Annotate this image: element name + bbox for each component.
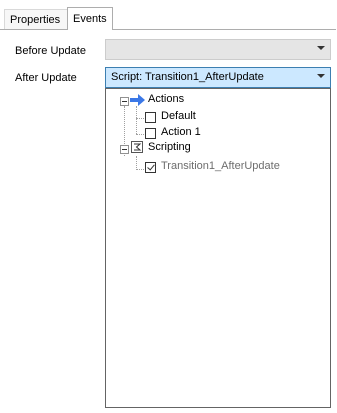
script-icon bbox=[131, 141, 143, 153]
tree-node-actions[interactable]: Actions bbox=[148, 93, 184, 105]
event-tree: Actions Default Action 1 Scripting Trans… bbox=[106, 89, 330, 407]
tree-line bbox=[136, 156, 137, 170]
after-update-label: After Update bbox=[15, 72, 77, 84]
tab-events[interactable]: Events bbox=[67, 7, 113, 30]
tree-line bbox=[136, 169, 144, 170]
tree-node-scripting[interactable]: Scripting bbox=[148, 141, 191, 153]
default-checkbox[interactable] bbox=[145, 112, 156, 123]
collapse-icon[interactable] bbox=[120, 97, 129, 106]
tree-node-action-1[interactable]: Action 1 bbox=[161, 126, 201, 138]
before-update-label: Before Update bbox=[15, 45, 86, 57]
after-update-dropdown: Actions Default Action 1 Scripting Trans… bbox=[105, 88, 331, 408]
tree-line bbox=[136, 118, 144, 119]
tab-properties[interactable]: Properties bbox=[4, 9, 68, 29]
tree-node-transition1-afterupdate[interactable]: Transition1_AfterUpdate bbox=[161, 160, 280, 172]
arrow-right-icon bbox=[130, 94, 145, 106]
after-update-combo[interactable]: Script: Transition1_AfterUpdate bbox=[105, 67, 331, 88]
collapse-icon[interactable] bbox=[120, 145, 129, 154]
after-update-value: Script: Transition1_AfterUpdate bbox=[111, 71, 264, 83]
chevron-down-icon[interactable] bbox=[317, 74, 325, 78]
tree-line bbox=[136, 134, 144, 135]
tree-line bbox=[136, 106, 137, 134]
tab-strip: Properties Events bbox=[0, 0, 337, 30]
action-1-checkbox[interactable] bbox=[145, 128, 156, 139]
chevron-down-icon[interactable] bbox=[317, 46, 325, 50]
tree-node-default[interactable]: Default bbox=[161, 110, 196, 122]
transition1-afterupdate-checkbox[interactable] bbox=[145, 162, 156, 173]
before-update-combo[interactable] bbox=[105, 39, 331, 60]
